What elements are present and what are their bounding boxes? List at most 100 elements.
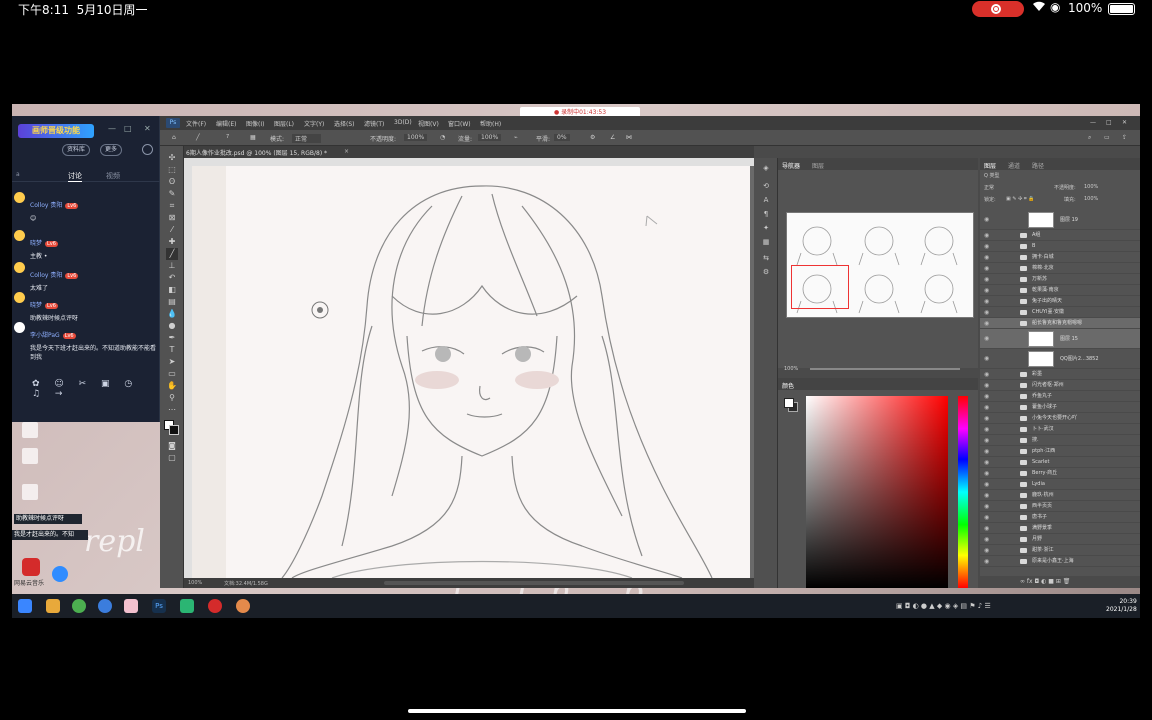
video-icon[interactable] [180,599,194,613]
visibility-eye-icon[interactable]: ◉ [984,534,989,545]
layer-row[interactable]: ◉ 图层 19 [980,210,1140,230]
photoshop-taskbar-icon[interactable]: Ps [152,599,166,613]
visibility-eye-icon[interactable]: ◉ [984,318,989,329]
pen-tool-icon[interactable]: ✒ [166,332,178,344]
flow-input[interactable]: 100% [478,134,502,141]
smooth-input[interactable]: 0% [554,134,570,141]
brush-panel-icon[interactable]: ▦ [250,134,256,141]
symmetry-icon[interactable]: ⋈ [626,134,632,141]
opacity-input[interactable]: 100% [1084,184,1098,190]
home-icon[interactable]: ⌂ [172,134,176,141]
visibility-eye-icon[interactable]: ◉ [984,424,989,435]
close-icon[interactable]: ✕ [144,124,151,133]
app-icon[interactable] [98,599,112,613]
layer-row[interactable]: ◉ ptph·江西 [980,446,1140,457]
layer-row[interactable]: ◉ 月野 [980,534,1140,545]
quick-select-icon[interactable]: ✎ [166,188,178,200]
chat-notification[interactable]: 助教辣时候点评呀 [14,514,82,524]
system-tray[interactable]: ▣ ◘ ◐ ● ▲ ◆ ◉ ◈ ▤ ⚑ ♪ ☰ [896,602,991,610]
layer-row[interactable]: ◉ CHUYI堇·安徽 [980,307,1140,318]
brushes-icon[interactable]: ✦ [760,224,772,234]
live-app-icon[interactable] [236,599,250,613]
close-tab-icon[interactable]: × [344,148,349,155]
workspace-icon[interactable]: ▭ [1104,134,1110,141]
eraser-icon[interactable]: ◧ [166,284,178,296]
visibility-eye-icon[interactable]: ◉ [984,369,989,380]
layer-row[interactable]: ◉ 拥卡·白城 [980,252,1140,263]
layer-row[interactable]: ◉ 船长鲁克和鲁克帽嗯嗯 [980,318,1140,329]
history-brush-icon[interactable]: ↶ [166,272,178,284]
menu-type[interactable]: 文字(Y) [304,119,324,128]
brush-tool-icon[interactable]: ╱ [196,134,200,141]
visibility-eye-icon[interactable]: ◉ [984,523,989,534]
menu-3d[interactable]: 3D(D) [394,119,412,126]
dodge-tool-icon[interactable]: ● [166,320,178,332]
hue-slider[interactable] [958,396,968,588]
eyedropper-icon[interactable]: ⁄ [166,224,178,236]
layer-row[interactable]: ◉ Scarlet [980,457,1140,468]
mode-select[interactable]: 正常 [292,134,322,143]
layer-row[interactable]: ◉ B [980,241,1140,252]
visibility-eye-icon[interactable]: ◉ [984,490,989,501]
share-icon[interactable]: ⇪ [1122,134,1127,141]
hand-tool-icon[interactable]: ✋ [166,380,178,392]
opacity-input[interactable]: 100% [404,134,428,141]
brush-settings-icon[interactable]: ◈ [760,164,772,174]
visibility-eye-icon[interactable]: ◉ [984,296,989,307]
visibility-eye-icon[interactable]: ◉ [984,512,989,523]
visibility-eye-icon[interactable]: ◉ [984,545,989,556]
maximize-icon[interactable]: □ [1106,119,1112,126]
color-picker-field[interactable] [806,396,948,588]
maximize-icon[interactable]: □ [124,124,132,133]
layer-row[interactable]: ◉ 小兔今天也要开心吖 [980,413,1140,424]
visibility-eye-icon[interactable]: ◉ [984,479,989,490]
layer-action-icons[interactable]: ∞ fx ◘ ◐ ■ ⊞ 🗑 [1020,578,1070,585]
adjustments-icon[interactable]: ⇆ [760,254,772,264]
layer-row[interactable]: ◉ 乔鱼丸子 [980,391,1140,402]
angle-icon[interactable]: ∠ [610,134,615,141]
layer-row[interactable]: ◉ 卜卜·武汉 [980,424,1140,435]
visibility-eye-icon[interactable]: ◉ [984,556,989,567]
blur-tool-icon[interactable]: 💧 [166,308,178,320]
layer-row[interactable]: ◉ 闪光者枢·郑州 [980,380,1140,391]
layer-row[interactable]: ◉ 西半页页 [980,501,1140,512]
visibility-eye-icon[interactable]: ◉ [984,263,989,274]
desktop-icon[interactable] [22,422,38,438]
visibility-eye-icon[interactable]: ◉ [984,274,989,285]
visibility-eye-icon[interactable]: ◉ [984,210,989,230]
zoom-level[interactable]: 100% [188,580,202,586]
visibility-eye-icon[interactable]: ◉ [984,285,989,296]
minimize-icon[interactable]: — [108,124,116,133]
chat-toolbar[interactable]: ✿ ☺ ✂ ▣ ◷ ♫ → [32,379,150,399]
menu-help[interactable]: 帮助(H) [480,119,501,128]
screen-mode-icon[interactable]: ▢ [166,452,178,464]
type-tool-icon[interactable]: T [166,344,178,356]
layer-row[interactable]: ◉ Berry·商丘 [980,468,1140,479]
pressure-opacity-icon[interactable]: ◔ [440,134,445,141]
foreground-swatch[interactable] [784,398,794,408]
menu-window[interactable]: 窗口(W) [448,119,471,128]
layer-row[interactable]: ◉ 满野景季 [980,523,1140,534]
brush-tool-icon[interactable]: ╱ [166,248,178,260]
tab-navigator[interactable]: 导航器 [782,161,800,170]
explorer-icon[interactable] [46,599,60,613]
properties-icon[interactable]: ⚙ [760,268,772,278]
move-tool-icon[interactable]: ✣ [166,152,178,164]
layer-row[interactable]: ◉ 藿鱼小球子 [980,402,1140,413]
visibility-eye-icon[interactable]: ◉ [984,380,989,391]
brush-size[interactable]: 7 [226,134,229,140]
tab-paths[interactable]: 路径 [1032,161,1044,170]
navigator-thumbnail[interactable] [786,212,974,318]
airbrush-icon[interactable]: ⌁ [514,134,518,141]
minimize-icon[interactable]: — [1090,119,1096,126]
netease-music-icon[interactable] [208,599,222,613]
visibility-eye-icon[interactable]: ◉ [984,349,989,369]
menu-layer[interactable]: 图层(L) [274,119,294,128]
visibility-eye-icon[interactable]: ◉ [984,230,989,241]
tab-color[interactable]: 颜色 [782,381,794,390]
menu-file[interactable]: 文件(F) [186,119,206,128]
visibility-eye-icon[interactable]: ◉ [984,307,989,318]
healing-brush-icon[interactable]: ✚ [166,236,178,248]
quick-mask-icon[interactable]: ◙ [166,440,178,452]
clone-stamp-icon[interactable]: ⊥ [166,260,178,272]
